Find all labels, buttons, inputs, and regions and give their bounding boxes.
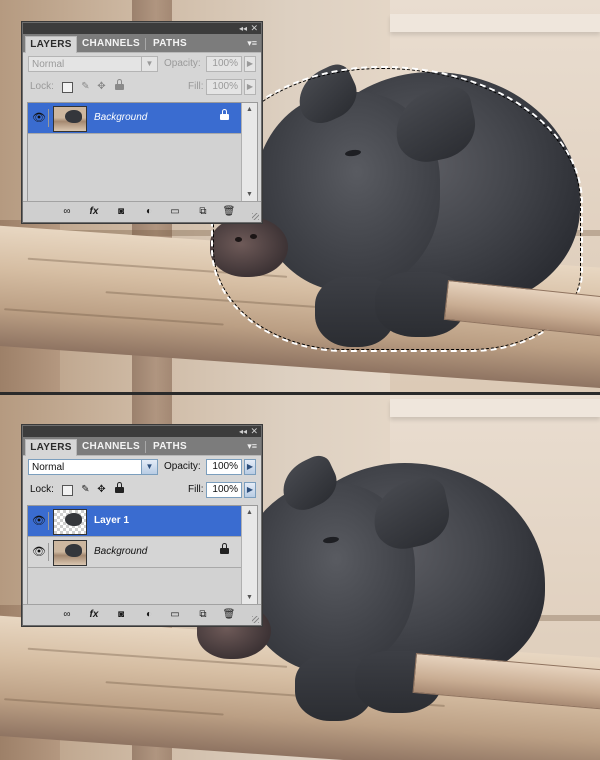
fill-label: Fill: (188, 484, 204, 495)
layer-name: Background (94, 112, 148, 123)
fill-slider-icon[interactable]: ▶ (244, 482, 256, 498)
layer-name: Background (94, 546, 148, 557)
panel-titlebar[interactable]: ◂◂ ✕ (23, 23, 261, 34)
opacity-input[interactable]: 100% (206, 459, 242, 475)
opacity-input[interactable]: 100% (206, 56, 242, 72)
tab-paths[interactable]: PATHS (147, 439, 193, 455)
opacity-slider-icon[interactable]: ▶ (244, 56, 256, 72)
chevron-down-icon: ▼ (141, 57, 157, 71)
lock-transparent-icon[interactable] (62, 82, 73, 93)
new-layer-icon[interactable]: ⧉ (195, 205, 211, 219)
scroll-up-icon[interactable]: ▲ (242, 506, 257, 519)
lock-icon (220, 543, 229, 555)
add-mask-icon[interactable]: ◙ (113, 205, 129, 219)
tab-layers[interactable]: LAYERS (25, 36, 77, 53)
tab-layers[interactable]: LAYERS (25, 439, 77, 456)
lock-icon (220, 109, 229, 121)
panel-footer: ∞ fx ◙ ◐ ▭ ⧉ 🗑 (23, 604, 261, 625)
lock-all-icon[interactable] (114, 79, 125, 92)
panel-titlebar[interactable]: ◂◂ ✕ (23, 426, 261, 437)
blend-mode-select[interactable]: Normal ▼ (28, 56, 158, 72)
adjustment-layer-icon[interactable]: ◐ (141, 205, 157, 219)
layer-thumbnail (53, 509, 87, 535)
lock-paint-icon[interactable]: ✎ (80, 81, 91, 92)
tab-channels[interactable]: CHANNELS (79, 439, 143, 455)
blend-mode-value: Normal (32, 462, 65, 473)
layers-panel-after: ◂◂ ✕ LAYERS CHANNELS PATHS ▾≡ Normal ▼ O… (22, 425, 262, 626)
delete-layer-icon[interactable]: 🗑 (221, 205, 237, 219)
add-mask-icon[interactable]: ◙ (113, 608, 129, 622)
layer-row-background[interactable]: 👁 Background (28, 103, 241, 134)
close-icon[interactable]: ✕ (250, 23, 258, 34)
delete-layer-icon[interactable]: 🗑 (221, 608, 237, 622)
wall-ledge (390, 399, 600, 417)
layers-scrollbar[interactable]: ▲ ▼ (241, 103, 257, 201)
panel-menu-icon[interactable]: ▾≡ (247, 36, 257, 50)
opacity-label: Opacity: (164, 461, 201, 472)
resize-grip[interactable] (252, 616, 259, 623)
panel-tabs: LAYERS CHANNELS PATHS ▾≡ (23, 34, 261, 53)
resize-grip[interactable] (252, 213, 259, 220)
scroll-down-icon[interactable]: ▼ (242, 591, 257, 604)
link-layers-icon[interactable]: ∞ (59, 205, 75, 219)
fx-icon[interactable]: fx (85, 608, 103, 622)
layer-name: Layer 1 (94, 515, 130, 526)
lock-move-icon[interactable]: ✥ (96, 484, 107, 495)
blend-mode-select[interactable]: Normal ▼ (28, 459, 158, 475)
panel-footer: ∞ fx ◙ ◐ ▭ ⧉ 🗑 (23, 201, 261, 222)
collapse-icon[interactable]: ◂◂ (239, 426, 247, 437)
fill-input[interactable]: 100% (206, 482, 242, 498)
layers-panel-before: ◂◂ ✕ LAYERS CHANNELS PATHS ▾≡ Normal ▼ O… (22, 22, 262, 223)
layer-row-layer-1[interactable]: 👁 Layer 1 (28, 506, 241, 537)
blend-mode-value: Normal (32, 59, 65, 70)
adjustment-layer-icon[interactable]: ◐ (141, 608, 157, 622)
layers-list: 👁 Layer 1 👁 Background ▲ ▼ (27, 505, 258, 605)
opacity-label: Opacity: (164, 58, 201, 69)
layers-list: 👁 Background ▲ ▼ (27, 102, 258, 202)
fill-label: Fill: (188, 81, 204, 92)
eye-icon[interactable]: 👁 (30, 512, 49, 530)
wall-ledge (390, 14, 600, 32)
tab-channels[interactable]: CHANNELS (79, 36, 143, 52)
close-icon[interactable]: ✕ (250, 426, 258, 437)
eye-icon[interactable]: 👁 (30, 109, 49, 127)
panel-menu-icon[interactable]: ▾≡ (247, 439, 257, 453)
new-layer-icon[interactable]: ⧉ (195, 608, 211, 622)
link-layers-icon[interactable]: ∞ (59, 608, 75, 622)
fill-slider-icon[interactable]: ▶ (244, 79, 256, 95)
lock-transparent-icon[interactable] (62, 485, 73, 496)
lock-move-icon[interactable]: ✥ (96, 81, 107, 92)
lock-paint-icon[interactable]: ✎ (80, 484, 91, 495)
new-group-icon[interactable]: ▭ (167, 205, 183, 219)
layers-scrollbar[interactable]: ▲ ▼ (241, 506, 257, 604)
lock-all-icon[interactable] (114, 482, 125, 495)
lock-label: Lock: (30, 81, 54, 92)
lock-label: Lock: (30, 484, 54, 495)
fill-input[interactable]: 100% (206, 79, 242, 95)
fx-icon[interactable]: fx (85, 205, 103, 219)
scroll-down-icon[interactable]: ▼ (242, 188, 257, 201)
layer-thumbnail (53, 540, 87, 566)
panel-tabs: LAYERS CHANNELS PATHS ▾≡ (23, 437, 261, 456)
collapse-icon[interactable]: ◂◂ (239, 23, 247, 34)
layer-row-background[interactable]: 👁 Background (28, 537, 241, 568)
chevron-down-icon: ▼ (141, 460, 157, 474)
layer-thumbnail (53, 106, 87, 132)
tab-paths[interactable]: PATHS (147, 36, 193, 52)
new-group-icon[interactable]: ▭ (167, 608, 183, 622)
eye-icon[interactable]: 👁 (30, 543, 49, 561)
scroll-up-icon[interactable]: ▲ (242, 103, 257, 116)
opacity-slider-icon[interactable]: ▶ (244, 459, 256, 475)
